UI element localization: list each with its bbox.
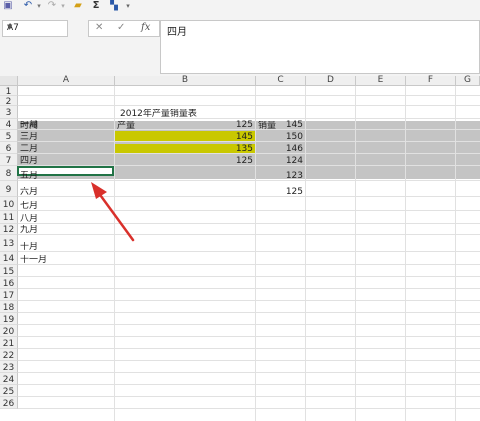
red-arrow-annotation bbox=[91, 182, 135, 242]
